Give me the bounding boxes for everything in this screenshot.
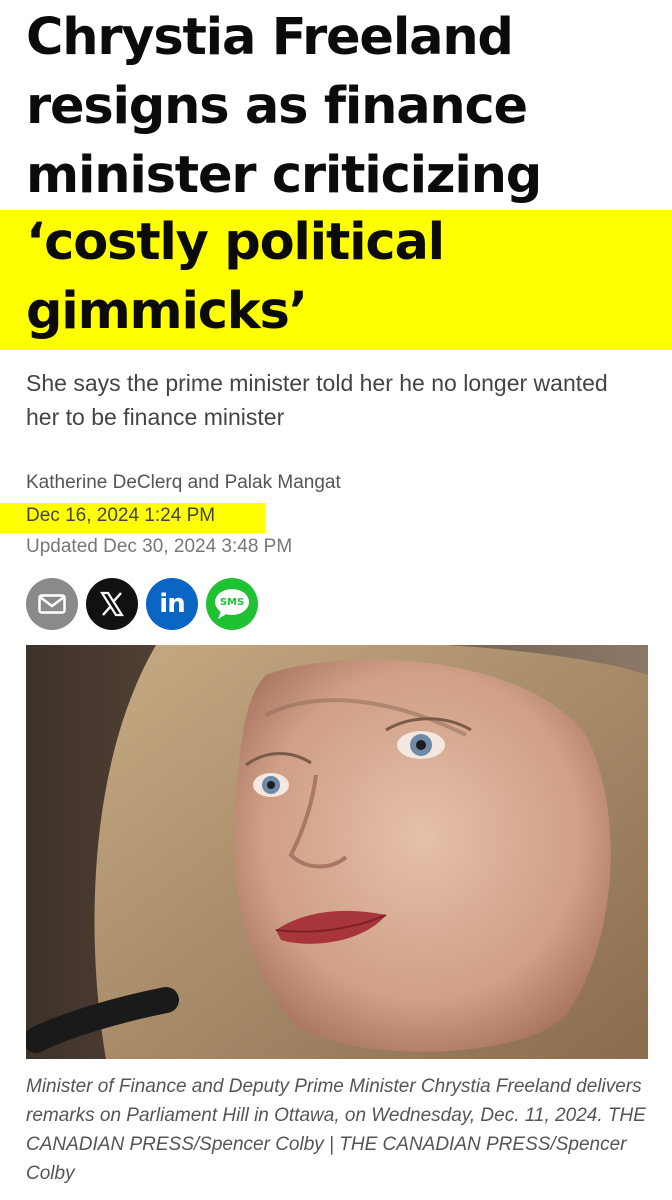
headline-line-3: minister criticizing xyxy=(26,146,542,205)
published-date: Dec 16, 2024 1:24 PM xyxy=(26,505,216,526)
share-sms-button[interactable]: SMS xyxy=(206,578,258,630)
portrait-image xyxy=(26,645,648,1059)
share-email-button[interactable] xyxy=(26,578,78,630)
share-x-button[interactable] xyxy=(86,578,138,630)
share-linkedin-button[interactable]: in xyxy=(146,578,198,630)
headline-line-5: gimmicks’ xyxy=(26,282,308,341)
byline-authors[interactable]: Katherine DeClerq and Palak Mangat xyxy=(26,472,341,494)
article-photo[interactable] xyxy=(26,645,648,1059)
sms-label: SMS xyxy=(219,596,245,608)
photo-caption: Minister of Finance and Deputy Prime Min… xyxy=(26,1076,646,1184)
headline-line-2: resigns as finance xyxy=(26,77,528,136)
linkedin-icon: in xyxy=(159,589,185,619)
share-bar: in SMS xyxy=(26,578,258,630)
subheadline: She says the prime minister told her he … xyxy=(26,370,608,430)
headline-line-4: ‘costly political xyxy=(26,213,445,272)
headline-line-1: Chrystia Freeland xyxy=(26,8,514,67)
updated-date: Updated Dec 30, 2024 3:48 PM xyxy=(26,536,293,557)
email-icon xyxy=(38,594,66,614)
x-logo-icon xyxy=(99,591,125,617)
